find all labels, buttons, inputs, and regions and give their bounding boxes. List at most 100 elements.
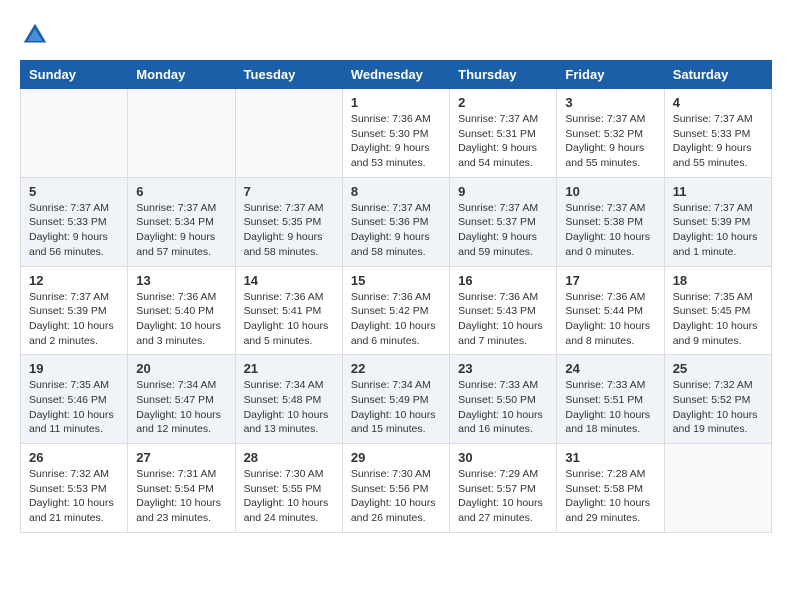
- day-info: Sunrise: 7:33 AMSunset: 5:50 PMDaylight:…: [458, 378, 548, 437]
- logo: [20, 20, 54, 50]
- day-info: Sunrise: 7:30 AMSunset: 5:56 PMDaylight:…: [351, 467, 441, 526]
- calendar-day-cell: 17 Sunrise: 7:36 AMSunset: 5:44 PMDayligh…: [557, 266, 664, 355]
- calendar-day-cell: 24 Sunrise: 7:33 AMSunset: 5:51 PMDayligh…: [557, 355, 664, 444]
- day-number: 29: [351, 450, 441, 465]
- day-number: 30: [458, 450, 548, 465]
- day-info: Sunrise: 7:37 AMSunset: 5:36 PMDaylight:…: [351, 201, 441, 260]
- calendar-day-cell: [235, 89, 342, 178]
- weekday-header: Monday: [128, 61, 235, 89]
- calendar-day-cell: 2 Sunrise: 7:37 AMSunset: 5:31 PMDaylight…: [450, 89, 557, 178]
- calendar-table: SundayMondayTuesdayWednesdayThursdayFrid…: [20, 60, 772, 533]
- day-number: 31: [565, 450, 655, 465]
- calendar-day-cell: [21, 89, 128, 178]
- calendar-day-cell: 25 Sunrise: 7:32 AMSunset: 5:52 PMDayligh…: [664, 355, 771, 444]
- day-info: Sunrise: 7:34 AMSunset: 5:49 PMDaylight:…: [351, 378, 441, 437]
- day-number: 14: [244, 273, 334, 288]
- day-number: 12: [29, 273, 119, 288]
- day-info: Sunrise: 7:36 AMSunset: 5:43 PMDaylight:…: [458, 290, 548, 349]
- day-info: Sunrise: 7:37 AMSunset: 5:39 PMDaylight:…: [673, 201, 763, 260]
- day-number: 18: [673, 273, 763, 288]
- weekday-header: Sunday: [21, 61, 128, 89]
- page-header: [20, 20, 772, 50]
- logo-icon: [20, 20, 50, 50]
- day-number: 1: [351, 95, 441, 110]
- day-info: Sunrise: 7:28 AMSunset: 5:58 PMDaylight:…: [565, 467, 655, 526]
- calendar-day-cell: 12 Sunrise: 7:37 AMSunset: 5:39 PMDayligh…: [21, 266, 128, 355]
- day-info: Sunrise: 7:34 AMSunset: 5:47 PMDaylight:…: [136, 378, 226, 437]
- weekday-header: Friday: [557, 61, 664, 89]
- weekday-header: Thursday: [450, 61, 557, 89]
- calendar-day-cell: [128, 89, 235, 178]
- calendar-day-cell: 13 Sunrise: 7:36 AMSunset: 5:40 PMDayligh…: [128, 266, 235, 355]
- calendar-day-cell: 27Sunrise: 7:31 AMSunset: 5:54 PMDayligh…: [128, 444, 235, 533]
- day-info: Sunrise: 7:37 AMSunset: 5:39 PMDaylight:…: [29, 290, 119, 349]
- day-number: 20: [136, 361, 226, 376]
- calendar-day-cell: 15 Sunrise: 7:36 AMSunset: 5:42 PMDayligh…: [342, 266, 449, 355]
- day-info: Sunrise: 7:35 AMSunset: 5:45 PMDaylight:…: [673, 290, 763, 349]
- day-number: 16: [458, 273, 548, 288]
- day-info: Sunrise: 7:31 AMSunset: 5:54 PMDaylight:…: [136, 467, 226, 526]
- day-info: Sunrise: 7:37 AMSunset: 5:38 PMDaylight:…: [565, 201, 655, 260]
- calendar-day-cell: 31 Sunrise: 7:28 AMSunset: 5:58 PMDayligh…: [557, 444, 664, 533]
- day-number: 19: [29, 361, 119, 376]
- calendar-day-cell: 20 Sunrise: 7:34 AMSunset: 5:47 PMDayligh…: [128, 355, 235, 444]
- calendar-week-row: 19 Sunrise: 7:35 AMSunset: 5:46 PMDayligh…: [21, 355, 772, 444]
- day-number: 13: [136, 273, 226, 288]
- day-number: 2: [458, 95, 548, 110]
- day-info: Sunrise: 7:29 AMSunset: 5:57 PMDaylight:…: [458, 467, 548, 526]
- calendar-day-cell: 26 Sunrise: 7:32 AMSunset: 5:53 PMDayligh…: [21, 444, 128, 533]
- calendar-day-cell: 10 Sunrise: 7:37 AMSunset: 5:38 PMDayligh…: [557, 177, 664, 266]
- day-info: Sunrise: 7:36 AMSunset: 5:41 PMDaylight:…: [244, 290, 334, 349]
- calendar-day-cell: 22Sunrise: 7:34 AMSunset: 5:49 PMDayligh…: [342, 355, 449, 444]
- day-info: Sunrise: 7:34 AMSunset: 5:48 PMDaylight:…: [244, 378, 334, 437]
- weekday-header: Wednesday: [342, 61, 449, 89]
- day-info: Sunrise: 7:36 AMSunset: 5:30 PMDaylight:…: [351, 112, 441, 171]
- day-number: 25: [673, 361, 763, 376]
- day-info: Sunrise: 7:32 AMSunset: 5:52 PMDaylight:…: [673, 378, 763, 437]
- day-number: 15: [351, 273, 441, 288]
- calendar-day-cell: 1 Sunrise: 7:36 AMSunset: 5:30 PMDaylight…: [342, 89, 449, 178]
- calendar-week-row: 12 Sunrise: 7:37 AMSunset: 5:39 PMDayligh…: [21, 266, 772, 355]
- calendar-day-cell: 18 Sunrise: 7:35 AMSunset: 5:45 PMDayligh…: [664, 266, 771, 355]
- day-number: 8: [351, 184, 441, 199]
- day-number: 4: [673, 95, 763, 110]
- calendar-day-cell: 6Sunrise: 7:37 AMSunset: 5:34 PMDaylight…: [128, 177, 235, 266]
- day-info: Sunrise: 7:33 AMSunset: 5:51 PMDaylight:…: [565, 378, 655, 437]
- calendar-day-cell: 19 Sunrise: 7:35 AMSunset: 5:46 PMDayligh…: [21, 355, 128, 444]
- calendar-day-cell: 16 Sunrise: 7:36 AMSunset: 5:43 PMDayligh…: [450, 266, 557, 355]
- day-number: 21: [244, 361, 334, 376]
- calendar-day-cell: 7 Sunrise: 7:37 AMSunset: 5:35 PMDaylight…: [235, 177, 342, 266]
- day-info: Sunrise: 7:36 AMSunset: 5:44 PMDaylight:…: [565, 290, 655, 349]
- day-number: 23: [458, 361, 548, 376]
- day-number: 28: [244, 450, 334, 465]
- day-number: 7: [244, 184, 334, 199]
- calendar-day-cell: 29 Sunrise: 7:30 AMSunset: 5:56 PMDayligh…: [342, 444, 449, 533]
- day-number: 3: [565, 95, 655, 110]
- day-number: 17: [565, 273, 655, 288]
- day-info: Sunrise: 7:36 AMSunset: 5:40 PMDaylight:…: [136, 290, 226, 349]
- calendar-day-cell: 3Sunrise: 7:37 AMSunset: 5:32 PMDaylight…: [557, 89, 664, 178]
- calendar-day-cell: 21 Sunrise: 7:34 AMSunset: 5:48 PMDayligh…: [235, 355, 342, 444]
- calendar-day-cell: [664, 444, 771, 533]
- day-info: Sunrise: 7:37 AMSunset: 5:35 PMDaylight:…: [244, 201, 334, 260]
- day-number: 10: [565, 184, 655, 199]
- day-number: 26: [29, 450, 119, 465]
- day-number: 24: [565, 361, 655, 376]
- day-number: 5: [29, 184, 119, 199]
- day-info: Sunrise: 7:32 AMSunset: 5:53 PMDaylight:…: [29, 467, 119, 526]
- day-info: Sunrise: 7:37 AMSunset: 5:33 PMDaylight:…: [673, 112, 763, 171]
- calendar-day-cell: 4 Sunrise: 7:37 AMSunset: 5:33 PMDaylight…: [664, 89, 771, 178]
- calendar-day-cell: 23 Sunrise: 7:33 AMSunset: 5:50 PMDayligh…: [450, 355, 557, 444]
- day-info: Sunrise: 7:30 AMSunset: 5:55 PMDaylight:…: [244, 467, 334, 526]
- day-info: Sunrise: 7:37 AMSunset: 5:34 PMDaylight:…: [136, 201, 226, 260]
- weekday-header-row: SundayMondayTuesdayWednesdayThursdayFrid…: [21, 61, 772, 89]
- calendar-day-cell: 8 Sunrise: 7:37 AMSunset: 5:36 PMDaylight…: [342, 177, 449, 266]
- day-info: Sunrise: 7:37 AMSunset: 5:37 PMDaylight:…: [458, 201, 548, 260]
- day-info: Sunrise: 7:36 AMSunset: 5:42 PMDaylight:…: [351, 290, 441, 349]
- day-info: Sunrise: 7:37 AMSunset: 5:33 PMDaylight:…: [29, 201, 119, 260]
- day-number: 9: [458, 184, 548, 199]
- day-info: Sunrise: 7:37 AMSunset: 5:31 PMDaylight:…: [458, 112, 548, 171]
- calendar-day-cell: 9 Sunrise: 7:37 AMSunset: 5:37 PMDaylight…: [450, 177, 557, 266]
- weekday-header: Tuesday: [235, 61, 342, 89]
- day-info: Sunrise: 7:35 AMSunset: 5:46 PMDaylight:…: [29, 378, 119, 437]
